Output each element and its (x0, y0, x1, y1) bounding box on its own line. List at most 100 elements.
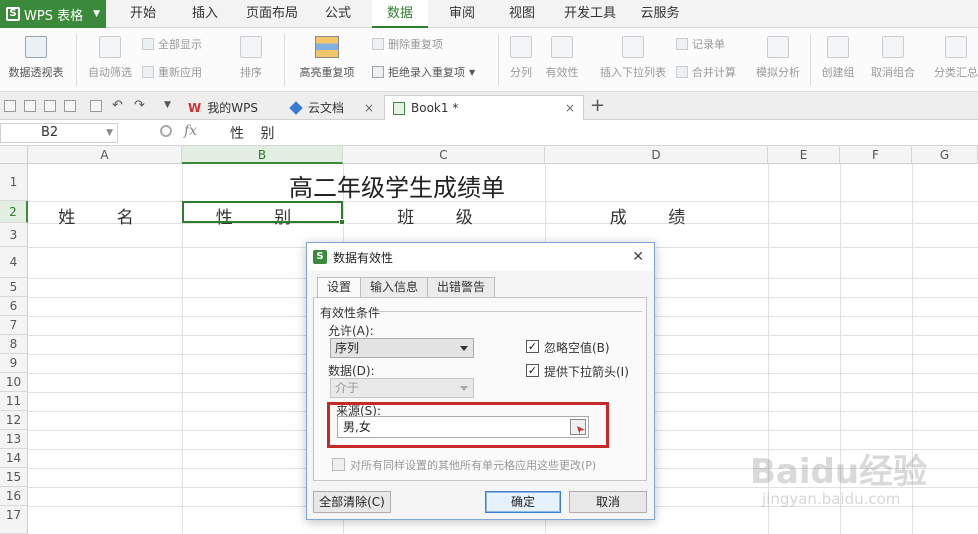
ok-button[interactable]: 确定 (485, 491, 561, 513)
sort-button[interactable]: 排序 (226, 36, 276, 80)
save-icon[interactable] (24, 100, 36, 112)
menu-developer[interactable]: 开发工具 (558, 0, 622, 28)
row-header-2[interactable]: 2 (0, 201, 28, 223)
menu-formula[interactable]: 公式 (316, 0, 360, 28)
row-header-12[interactable]: 12 (0, 411, 28, 430)
menu-data[interactable]: 数据 (372, 0, 428, 28)
row-header-6[interactable]: 6 (0, 297, 28, 316)
menu-insert[interactable]: 插入 (182, 0, 228, 28)
header-cell-score[interactable]: 成 绩 (545, 203, 768, 228)
validity-button[interactable]: 有效性 (540, 36, 584, 80)
tab-error-alert[interactable]: 出错警告 (427, 277, 496, 297)
new-tab-button[interactable]: + (590, 95, 605, 116)
column-header-e[interactable]: E (768, 146, 840, 164)
find-icon[interactable] (90, 100, 102, 112)
row-header-13[interactable]: 13 (0, 430, 28, 449)
menu-page-layout[interactable]: 页面布局 (240, 0, 304, 28)
undo-icon[interactable]: ↶ (112, 98, 123, 113)
row-header-9[interactable]: 9 (0, 354, 28, 373)
pivot-table-button[interactable]: 数据透视表 (4, 36, 68, 80)
allow-select[interactable]: 序列 (330, 338, 474, 358)
what-if-analysis-button[interactable]: 模拟分析 (752, 36, 804, 80)
column-header-g[interactable]: G (912, 146, 978, 164)
cancel-button[interactable]: 取消 (569, 491, 647, 513)
create-group-label: 创建组 (821, 66, 855, 79)
reject-duplicates-button[interactable]: 拒绝录入重复项 ▼ (372, 64, 475, 80)
show-dropdown-checkbox[interactable]: ✓ (526, 364, 539, 377)
print-icon[interactable] (44, 100, 56, 112)
ungroup-icon (882, 36, 904, 58)
reapply-label: 重新应用 (158, 66, 202, 79)
subtotal-button[interactable]: 分类汇总 (930, 36, 978, 80)
sheet-title-cell[interactable]: 高二年级学生成绩单 (182, 168, 612, 203)
close-icon[interactable]: ✕ (632, 249, 644, 265)
tab-my-wps[interactable]: W 我的WPS (180, 95, 276, 120)
dropdown-list-icon (622, 36, 644, 58)
show-all-icon (142, 38, 154, 50)
select-all-corner[interactable] (0, 146, 28, 164)
highlight-duplicates-button[interactable]: 高亮重复项 (292, 36, 362, 80)
formula-input[interactable]: 性 别 (230, 123, 280, 143)
print-preview-icon[interactable] (64, 100, 76, 112)
delete-duplicates-icon (372, 38, 384, 50)
column-header-f[interactable]: F (840, 146, 912, 164)
menu-review[interactable]: 审阅 (440, 0, 484, 28)
header-cell-class[interactable]: 班 级 (343, 203, 545, 228)
row-header-4[interactable]: 4 (0, 247, 28, 278)
tab-input-message[interactable]: 输入信息 (360, 277, 429, 297)
column-header-d[interactable]: D (545, 146, 768, 164)
name-box[interactable]: B2 ▼ (0, 123, 118, 143)
clear-all-button[interactable]: 全部清除(C) (313, 491, 391, 513)
row-header-5[interactable]: 5 (0, 278, 28, 297)
row-header-17[interactable]: 17 (0, 506, 28, 534)
active-cell-selection[interactable] (182, 201, 345, 225)
row-header-14[interactable]: 14 (0, 449, 28, 468)
close-tab-icon[interactable]: × (565, 101, 575, 115)
insert-dropdown-list-button[interactable]: 插入下拉列表 (596, 36, 670, 80)
auto-filter-button[interactable]: 自动筛选 (84, 36, 136, 80)
chevron-down-icon[interactable]: ▼ (164, 100, 171, 110)
row-header-3[interactable]: 3 (0, 223, 28, 247)
apply-all-checkbox[interactable] (332, 458, 345, 471)
record-form-button[interactable]: 记录单 (676, 36, 725, 52)
what-if-analysis-icon (767, 36, 789, 58)
app-menu-button[interactable]: S WPS 表格 ▼ (0, 0, 106, 28)
menu-start[interactable]: 开始 (118, 0, 168, 28)
create-group-button[interactable]: 创建组 (818, 36, 858, 80)
column-header-a[interactable]: A (28, 146, 182, 164)
ignore-blank-checkbox[interactable]: ✓ (526, 340, 539, 353)
row-header-11[interactable]: 11 (0, 392, 28, 411)
redo-icon[interactable]: ↷ (134, 98, 145, 113)
row-header-8[interactable]: 8 (0, 335, 28, 354)
row-header-1[interactable]: 1 (0, 164, 28, 201)
row-header-15[interactable]: 15 (0, 468, 28, 487)
open-icon[interactable] (4, 100, 16, 112)
delete-duplicates-button[interactable]: 删除重复项 (372, 36, 443, 52)
subtotal-icon (945, 36, 967, 58)
function-icon[interactable]: fx (184, 123, 197, 139)
menu-view[interactable]: 视图 (500, 0, 544, 28)
row-header-10[interactable]: 10 (0, 373, 28, 392)
column-header-c[interactable]: C (343, 146, 545, 164)
split-column-button[interactable]: 分列 (504, 36, 538, 80)
tab-cloud-docs[interactable]: 云文档 × (282, 95, 382, 120)
chevron-down-icon[interactable]: ▼ (106, 124, 113, 142)
app-name: WPS 表格 (24, 8, 84, 24)
column-header-b[interactable]: B (182, 146, 343, 164)
merge-calculation-button[interactable]: 合并计算 (676, 64, 736, 80)
menu-cloud[interactable]: 云服务 (632, 0, 688, 28)
fill-handle[interactable] (339, 219, 345, 225)
ungroup-button[interactable]: 取消组合 (866, 36, 920, 80)
row-header-16[interactable]: 16 (0, 487, 28, 506)
menu-bar: S WPS 表格 ▼ 开始 插入 页面布局 公式 数据 审阅 视图 开发工具 云… (0, 0, 978, 28)
show-all-button[interactable]: 全部显示 (142, 36, 202, 52)
row-header-7[interactable]: 7 (0, 316, 28, 335)
header-cell-name[interactable]: 姓 名 (28, 203, 182, 228)
zoom-search-icon[interactable] (160, 125, 172, 137)
reapply-button[interactable]: 重新应用 (142, 64, 202, 80)
tab-book1[interactable]: Book1 * × (384, 95, 584, 120)
tab-settings[interactable]: 设置 (317, 277, 362, 299)
data-select[interactable]: 介于 (330, 378, 474, 398)
close-tab-icon[interactable]: × (364, 101, 374, 115)
dialog-title-bar[interactable]: S 数据有效性 ✕ (307, 243, 654, 271)
